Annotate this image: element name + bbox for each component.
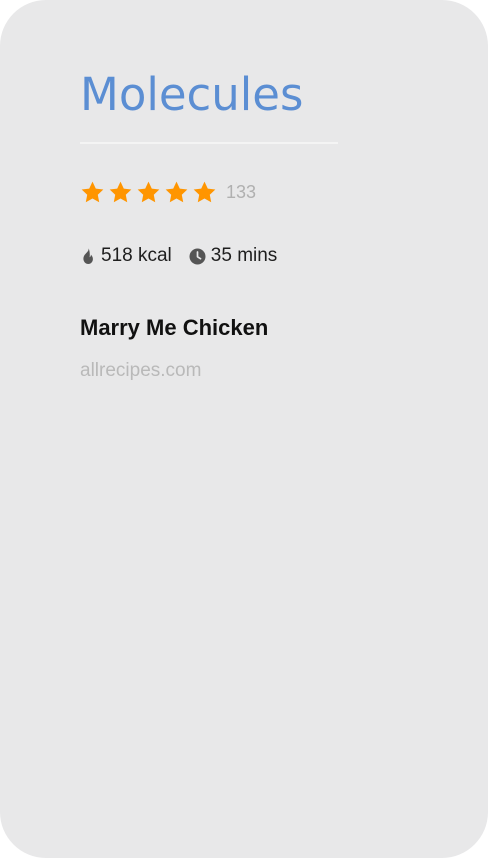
brand-title: Molecules — [80, 68, 304, 121]
recipe-card[interactable]: Molecules 133 518 kcal 35 mins Marry Me … — [0, 0, 488, 858]
star-rating: 133 — [80, 178, 256, 206]
star-icon — [109, 181, 132, 202]
clock-icon — [189, 248, 206, 264]
star-icon — [81, 181, 104, 202]
rating-count: 133 — [226, 182, 257, 202]
star-icon — [165, 181, 188, 202]
star-icon — [193, 181, 216, 202]
star-icon — [137, 181, 160, 202]
divider — [80, 142, 338, 144]
recipe-source[interactable]: allrecipes.com — [80, 358, 201, 384]
recipe-meta: 518 kcal 35 mins — [80, 243, 277, 269]
time-value: 35 mins — [210, 245, 278, 266]
flame-icon — [83, 248, 93, 264]
recipe-title[interactable]: Marry Me Chicken — [80, 312, 268, 344]
calories-value: 518 kcal — [101, 245, 172, 266]
